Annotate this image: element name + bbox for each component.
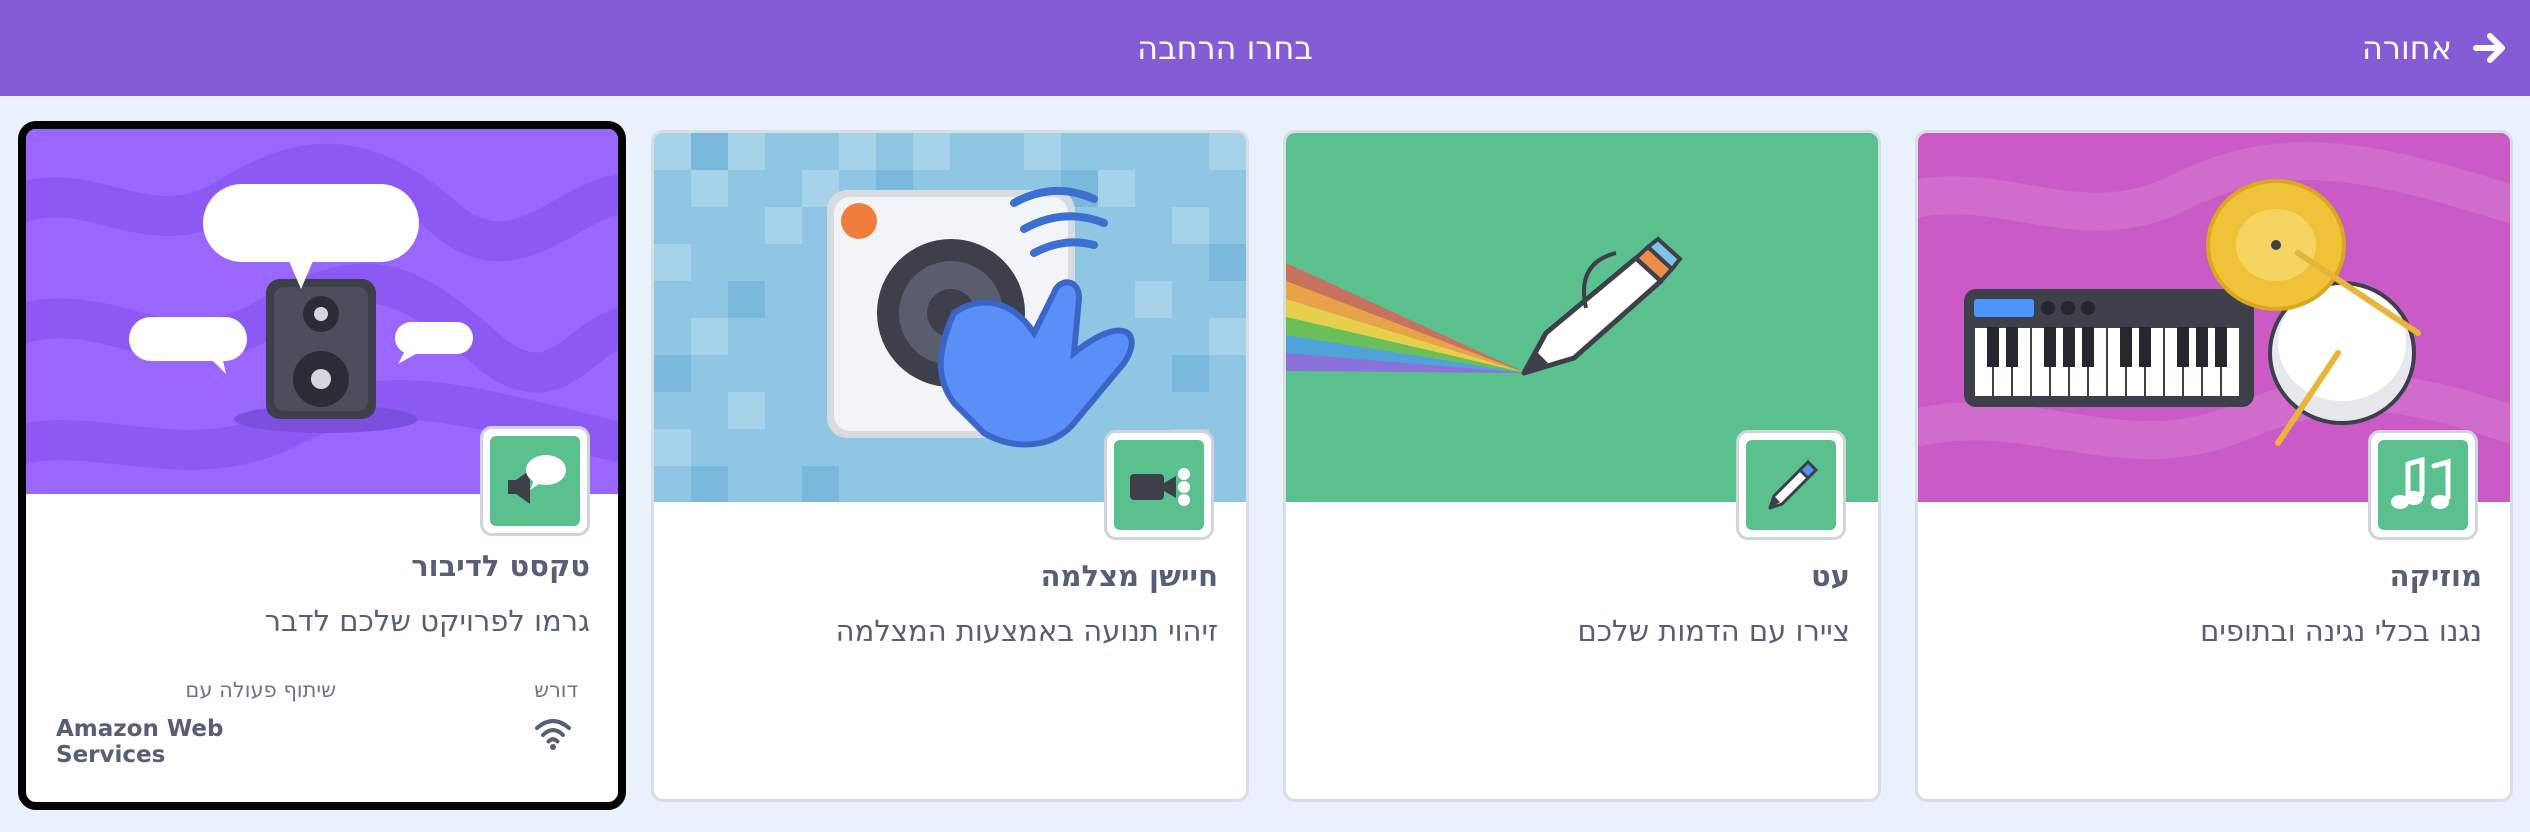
card-title: חיישן מצלמה xyxy=(1040,559,1218,593)
video-camera-icon xyxy=(1130,468,1190,506)
collaboration-section: שיתוף פעולה עם Amazon Web Services xyxy=(56,678,336,768)
collaboration-value: Amazon Web Services xyxy=(56,716,224,768)
music-notes-icon xyxy=(2391,456,2451,509)
page-title: בחרו הרחבה xyxy=(1137,29,1313,67)
header-bar: בחרו הרחבה אחורה xyxy=(0,0,2530,96)
requires-label: דורש xyxy=(534,678,578,702)
back-button[interactable]: אחורה xyxy=(2330,0,2530,96)
extension-card-music[interactable]: מוזיקה נגנו בכלי נגינה ובתופים xyxy=(1915,130,2513,802)
pen-icon-badge xyxy=(1736,430,1846,540)
music-notes-icon-badge xyxy=(2368,430,2478,540)
extension-card-text-to-speech[interactable]: טקסט לדיבור גרמו לפרויקט שלכם לדבר דורש … xyxy=(18,121,626,810)
video-camera-icon-badge xyxy=(1104,430,1214,540)
card-description: נגנו בכלי נגינה ובתופים xyxy=(2200,613,2482,648)
extension-card-video-sensing[interactable]: חיישן מצלמה זיהוי תנועה באמצעות המצלמה xyxy=(651,130,1249,802)
card-meta: דורש שיתוף פעולה עם Amazon Web Services xyxy=(56,678,578,768)
card-description: גרמו לפרויקט שלכם לדבר xyxy=(264,603,590,638)
card-title: טקסט לדיבור xyxy=(411,549,590,583)
collaboration-label: שיתוף פעולה עם xyxy=(185,678,336,702)
speech-speaker-icon xyxy=(508,455,566,504)
extension-card-pen[interactable]: עט ציירו עם הדמות שלכם xyxy=(1283,130,1881,802)
requires-section: דורש xyxy=(534,678,578,752)
speech-speaker-icon-badge xyxy=(480,426,590,536)
wifi-icon xyxy=(535,719,571,750)
card-description: זיהוי תנועה באמצעות המצלמה xyxy=(835,613,1218,648)
card-title: עט xyxy=(1810,559,1850,593)
arrow-right-icon xyxy=(2473,33,2505,63)
card-description: ציירו עם הדמות שלכם xyxy=(1577,613,1850,648)
pen-icon xyxy=(1768,459,1819,510)
back-button-label: אחורה xyxy=(2362,29,2452,67)
card-title: מוזיקה xyxy=(2389,559,2482,593)
